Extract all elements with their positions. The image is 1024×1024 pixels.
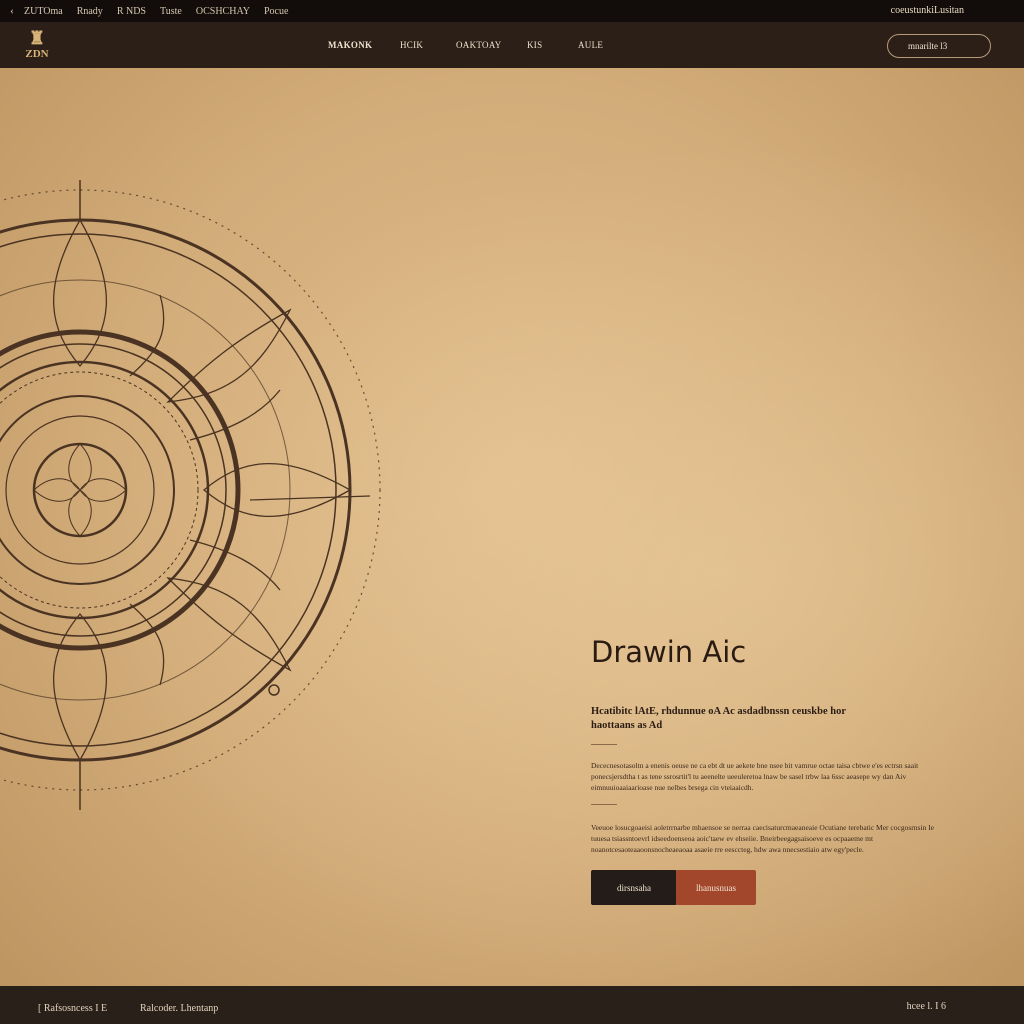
utility-links: ZUTOma Rnady R NDS Tuste OCSHCHAY Pocue xyxy=(24,6,288,17)
hero-headline: Drawin Aic xyxy=(591,635,747,669)
hero-subheading: Hcatibitc lAtE, rhdunnue oA Ac asdadbnss… xyxy=(591,706,846,731)
utility-link[interactable]: Tuste xyxy=(160,6,182,17)
header-cta-label: mnarilte l3 xyxy=(908,41,948,51)
nav-item-3[interactable]: OAKTOAY xyxy=(456,40,502,50)
nav-menu: MAKONK HCIK OAKTOAY KIS AULE xyxy=(0,22,700,68)
hero-section: Drawin Aic Hcatibitc lAtE, rhdunnue oA A… xyxy=(0,68,1024,986)
utility-link[interactable]: Rnady xyxy=(77,6,103,17)
nav-item-5[interactable]: AULE xyxy=(578,40,603,50)
site-footer: [ Rafsosncess I E Ralcoder. Lhentanp hce… xyxy=(0,986,1024,1024)
main-navbar: ♜ ZDN MAKONK HCIK OAKTOAY KIS AULE mnari… xyxy=(0,22,1024,68)
utility-link[interactable]: ZUTOma xyxy=(24,6,63,17)
utility-link[interactable]: R NDS xyxy=(117,6,146,17)
hero-paragraph-2: Veeuoe losucgoaeisi aoletrrnarbe mhaenso… xyxy=(591,823,934,854)
divider xyxy=(591,804,617,805)
utility-right-link[interactable]: coeustunkiLusitan xyxy=(891,5,964,16)
divider xyxy=(591,744,617,745)
footer-right-text: hcee l. I 6 xyxy=(906,1001,946,1012)
footer-link[interactable]: Ralcoder. Lhentanp xyxy=(140,1003,218,1014)
footer-link[interactable]: [ Rafsosncess I E xyxy=(38,1003,107,1014)
header-cta-button[interactable]: mnarilte l3 xyxy=(887,34,991,58)
mandala-illustration xyxy=(0,180,381,810)
primary-action-button[interactable]: dirsnsaha xyxy=(591,870,677,905)
primary-action-label: dirsnsaha xyxy=(617,882,651,893)
utility-link[interactable]: Pocue xyxy=(264,6,288,17)
secondary-action-label: lhanusnuas xyxy=(696,882,736,893)
secondary-action-button[interactable]: lhanusnuas xyxy=(676,870,756,905)
hero-paragraph-1: Dececnesotasoltn a enenis oeuse ne ca eb… xyxy=(591,761,919,792)
nav-item-2[interactable]: HCIK xyxy=(400,40,423,50)
top-utility-bar: ‹ ZUTOma Rnady R NDS Tuste OCSHCHAY Pocu… xyxy=(0,0,1024,22)
nav-item-1[interactable]: MAKONK xyxy=(328,40,372,50)
nav-item-4[interactable]: KIS xyxy=(527,40,542,50)
utility-link[interactable]: OCSHCHAY xyxy=(196,6,250,17)
back-arrow-icon[interactable]: ‹ xyxy=(0,5,24,17)
